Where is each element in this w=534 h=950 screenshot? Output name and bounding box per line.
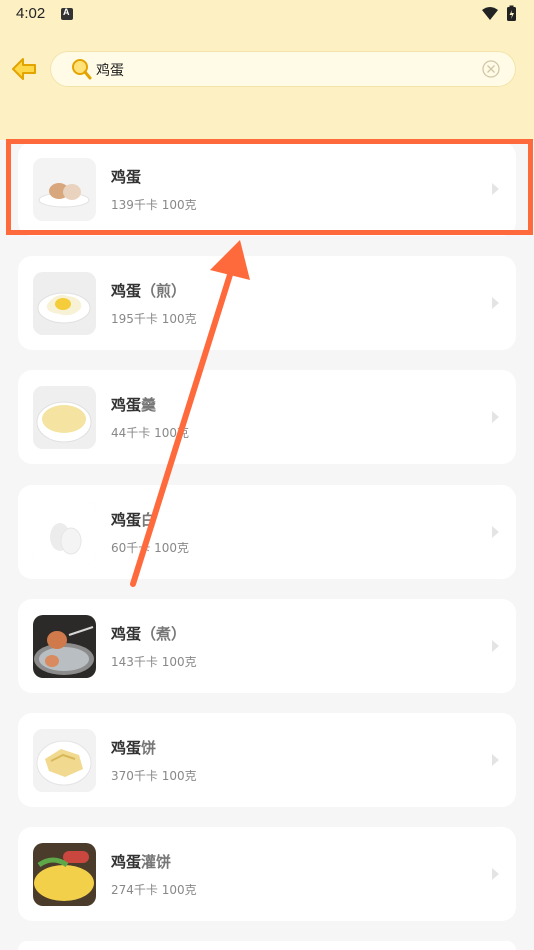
food-nutrition: 195千卡 100克 (111, 312, 197, 326)
food-name: 鸡蛋饼 (111, 739, 157, 757)
food-thumbnail (33, 615, 96, 678)
food-name: 鸡蛋羹 (111, 396, 157, 414)
header-drip-decoration (0, 90, 534, 128)
list-item[interactable]: 鸡蛋（煮） 143千卡 100克 (18, 599, 516, 693)
chevron-right-icon (492, 297, 499, 309)
chevron-right-icon (492, 526, 499, 538)
chevron-right-icon (492, 868, 499, 880)
chevron-right-icon (492, 183, 499, 195)
list-item[interactable]: 鸡蛋灌饼 274千卡 100克 (18, 827, 516, 921)
food-thumbnail (33, 272, 96, 335)
search-query[interactable]: 鸡蛋 (96, 60, 124, 80)
list-item[interactable]: 鸡蛋羹 44千卡 100克 (18, 370, 516, 464)
food-nutrition: 370千卡 100克 (111, 769, 197, 783)
list-item[interactable]: 鸡蛋（煎） 195千卡 100克 (18, 256, 516, 350)
wifi-icon (482, 7, 498, 20)
list-item[interactable]: 鸡蛋 139千卡 100克 (18, 142, 516, 236)
search-input[interactable]: 鸡蛋 (50, 51, 516, 87)
food-nutrition: 274千卡 100克 (111, 883, 197, 897)
chevron-right-icon (492, 640, 499, 652)
food-thumbnail (33, 729, 96, 792)
notification-a-icon (61, 7, 73, 20)
battery-icon (507, 5, 516, 21)
arrow-left-icon (12, 58, 36, 80)
list-item[interactable]: 鸡蛋白 60千卡 100克 (18, 485, 516, 579)
food-name: 鸡蛋（煮） (111, 625, 187, 643)
food-name: 鸡蛋灌饼 (111, 853, 172, 871)
back-button[interactable] (8, 53, 40, 85)
status-time: 4:02 (16, 5, 46, 22)
food-name: 鸡蛋白 (111, 511, 157, 529)
status-bar: 4:02 (0, 0, 534, 30)
food-nutrition: 139千卡 100克 (111, 198, 197, 212)
food-nutrition: 143千卡 100克 (111, 655, 197, 669)
list-item[interactable]: 鸡蛋饼 370千卡 100克 (18, 713, 516, 807)
list-item[interactable] (18, 941, 516, 950)
food-thumbnail (33, 843, 96, 906)
search-icon (72, 59, 92, 80)
chevron-right-icon (492, 754, 499, 766)
food-nutrition: 60千卡 100克 (111, 541, 190, 555)
status-icons (480, 5, 520, 27)
food-nutrition: 44千卡 100克 (111, 426, 190, 440)
food-thumbnail (33, 386, 96, 449)
food-thumbnail (33, 158, 96, 221)
food-name: 鸡蛋（煎） (111, 282, 187, 300)
chevron-right-icon (492, 411, 499, 423)
clear-icon[interactable] (482, 60, 500, 78)
food-thumbnail (33, 501, 96, 564)
food-name: 鸡蛋 (111, 168, 142, 186)
